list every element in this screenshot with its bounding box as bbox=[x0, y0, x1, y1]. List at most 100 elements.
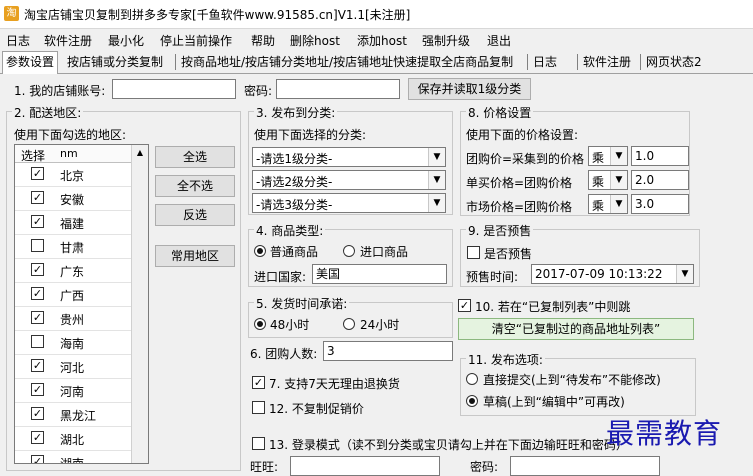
region-checkbox[interactable]: ✓ bbox=[31, 311, 44, 324]
region-checkbox[interactable]: ✓ bbox=[31, 407, 44, 420]
price-op-select[interactable]: 乘 ▼ bbox=[588, 146, 628, 166]
menu-add-host[interactable]: 添加host bbox=[357, 32, 407, 49]
region-row[interactable]: ✓ 安徽 bbox=[15, 186, 133, 211]
menu-force-upgrade[interactable]: 强制升级 bbox=[422, 32, 470, 49]
chevron-down-icon[interactable]: ▼ bbox=[428, 194, 445, 212]
region-scrollbar[interactable]: ▲ bbox=[131, 145, 148, 463]
chevron-down-icon[interactable]: ▼ bbox=[610, 147, 627, 165]
chevron-down-icon[interactable]: ▼ bbox=[676, 265, 693, 283]
region-checkbox[interactable] bbox=[31, 335, 44, 348]
region-row[interactable]: ✓ 广西 bbox=[15, 282, 133, 307]
price-factor-input[interactable]: 1.0 bbox=[631, 146, 689, 166]
menu-help[interactable]: 帮助 bbox=[251, 32, 275, 49]
chevron-down-icon[interactable]: ▼ bbox=[610, 195, 627, 213]
region-row[interactable]: ✓ 贵州 bbox=[15, 306, 133, 331]
region-row[interactable]: 海南 bbox=[15, 330, 133, 355]
region-row[interactable]: ✓ 湖南 bbox=[15, 450, 133, 464]
ship-24h-radio[interactable] bbox=[343, 318, 355, 330]
region-checkbox[interactable]: ✓ bbox=[31, 263, 44, 276]
menu-log[interactable]: 日志 bbox=[6, 32, 30, 49]
region-checkbox[interactable]: ✓ bbox=[31, 359, 44, 372]
password-input[interactable] bbox=[276, 79, 400, 99]
region-name: 黑龙江 bbox=[60, 409, 97, 423]
seven-day-return-checkbox[interactable]: ✓ bbox=[252, 376, 265, 389]
menu-minimize[interactable]: 最小化 bbox=[108, 32, 144, 49]
price-factor-input[interactable]: 3.0 bbox=[631, 194, 689, 214]
window-title: 淘宝店铺宝贝复制到拼多多专家[千鱼软件www.91585.cn]V1.1[未注册… bbox=[24, 8, 411, 22]
menu-delete-host[interactable]: 删除host bbox=[290, 32, 340, 49]
tab-separator bbox=[640, 54, 641, 70]
save-read-category-button[interactable]: 保存并读取1级分类 bbox=[408, 78, 531, 100]
region-list[interactable]: 选择 nm ✓ 北京 ✓ 安徽 ✓ 福建 甘肃 ✓ 广东 ✓ 广西 ✓ 贵州 海… bbox=[14, 144, 149, 464]
region-row[interactable]: ✓ 广东 bbox=[15, 258, 133, 283]
ship-48h-radio[interactable] bbox=[254, 318, 266, 330]
tab-settings[interactable]: 参数设置 bbox=[2, 51, 59, 74]
chevron-down-icon[interactable]: ▼ bbox=[428, 148, 445, 166]
menu-exit[interactable]: 退出 bbox=[487, 32, 511, 49]
region-row[interactable]: ✓ 福建 bbox=[15, 210, 133, 235]
category-level1-select[interactable]: -请选1级分类- ▼ bbox=[252, 147, 446, 167]
menu-stop[interactable]: 停止当前操作 bbox=[160, 32, 232, 49]
tab-log[interactable]: 日志 bbox=[530, 52, 560, 72]
clear-copied-list-button[interactable]: 清空“已复制过的商品地址列表” bbox=[458, 318, 694, 340]
import-goods-radio[interactable] bbox=[343, 245, 355, 257]
publish-draft-radio[interactable] bbox=[466, 395, 478, 407]
normal-goods-radio[interactable] bbox=[254, 245, 266, 257]
login-mode-label: 13. 登录模式（读不到分类或宝贝请勾上并在下面边输旺旺和密码） bbox=[269, 438, 628, 452]
region-row[interactable]: 甘肃 bbox=[15, 234, 133, 259]
import-goods-label: 进口商品 bbox=[360, 245, 409, 259]
publish-direct-radio[interactable] bbox=[466, 373, 478, 385]
region-row[interactable]: ✓ 黑龙江 bbox=[15, 402, 133, 427]
menu-register[interactable]: 软件注册 bbox=[44, 32, 92, 49]
wangwang-input[interactable] bbox=[290, 456, 440, 476]
goods-type-legend: 4. 商品类型: bbox=[254, 222, 326, 239]
ship-24h-label: 24小时 bbox=[360, 318, 400, 332]
tab-separator bbox=[527, 54, 528, 70]
common-regions-button[interactable]: 常用地区 bbox=[155, 245, 235, 267]
region-name: 海南 bbox=[60, 337, 85, 351]
tab-register[interactable]: 软件注册 bbox=[580, 52, 634, 72]
skip-copied-checkbox[interactable]: ✓ bbox=[458, 299, 471, 312]
tab-copy-by-url[interactable]: 按商品地址/按店铺分类地址/按店铺地址快速提取全店商品复制 bbox=[178, 52, 516, 72]
bottom-password-input[interactable] bbox=[510, 456, 660, 476]
select-none-button[interactable]: 全不选 bbox=[155, 175, 235, 197]
category-level1-value: -请选1级分类- bbox=[256, 152, 333, 166]
region-checkbox[interactable] bbox=[31, 239, 44, 252]
tab-copy-by-shop[interactable]: 按店铺或分类复制 bbox=[64, 52, 166, 72]
country-input[interactable]: 美国 bbox=[312, 264, 447, 284]
price-op-value: 乘 bbox=[592, 151, 605, 165]
chevron-down-icon[interactable]: ▼ bbox=[610, 171, 627, 189]
region-name: 贵州 bbox=[60, 313, 85, 327]
region-name: 湖南 bbox=[60, 457, 85, 464]
region-checkbox[interactable]: ✓ bbox=[31, 287, 44, 300]
region-checkbox[interactable]: ✓ bbox=[31, 191, 44, 204]
invert-selection-button[interactable]: 反选 bbox=[155, 204, 235, 226]
region-checkbox[interactable]: ✓ bbox=[31, 383, 44, 396]
no-copy-promo-checkbox[interactable] bbox=[252, 401, 265, 414]
scroll-up-icon[interactable]: ▲ bbox=[132, 145, 148, 161]
region-checkbox[interactable]: ✓ bbox=[31, 455, 44, 463]
region-row[interactable]: ✓ 北京 bbox=[15, 162, 133, 187]
presale-time-picker[interactable]: 2017-07-09 10:13:22 ▼ bbox=[531, 264, 694, 284]
account-input[interactable] bbox=[112, 79, 236, 99]
region-row[interactable]: ✓ 河北 bbox=[15, 354, 133, 379]
category-level3-select[interactable]: -请选3级分类- ▼ bbox=[252, 193, 446, 213]
login-mode-checkbox[interactable] bbox=[252, 437, 265, 450]
region-name: 甘肃 bbox=[60, 241, 85, 255]
tab-web-status[interactable]: 网页状态2 bbox=[643, 52, 705, 72]
region-checkbox[interactable]: ✓ bbox=[31, 167, 44, 180]
category-level2-select[interactable]: -请选2级分类- ▼ bbox=[252, 170, 446, 190]
region-checkbox[interactable]: ✓ bbox=[31, 431, 44, 444]
group-size-input[interactable]: 3 bbox=[323, 341, 453, 361]
region-row[interactable]: ✓ 湖北 bbox=[15, 426, 133, 451]
region-checkbox[interactable]: ✓ bbox=[31, 215, 44, 228]
price-op-select[interactable]: 乘 ▼ bbox=[588, 194, 628, 214]
presale-time-label: 预售时间: bbox=[466, 270, 519, 284]
tab-separator bbox=[175, 54, 176, 70]
price-op-select[interactable]: 乘 ▼ bbox=[588, 170, 628, 190]
select-all-button[interactable]: 全选 bbox=[155, 146, 235, 168]
price-factor-input[interactable]: 2.0 bbox=[631, 170, 689, 190]
region-row[interactable]: ✓ 河南 bbox=[15, 378, 133, 403]
chevron-down-icon[interactable]: ▼ bbox=[428, 171, 445, 189]
presale-checkbox[interactable] bbox=[467, 246, 480, 259]
